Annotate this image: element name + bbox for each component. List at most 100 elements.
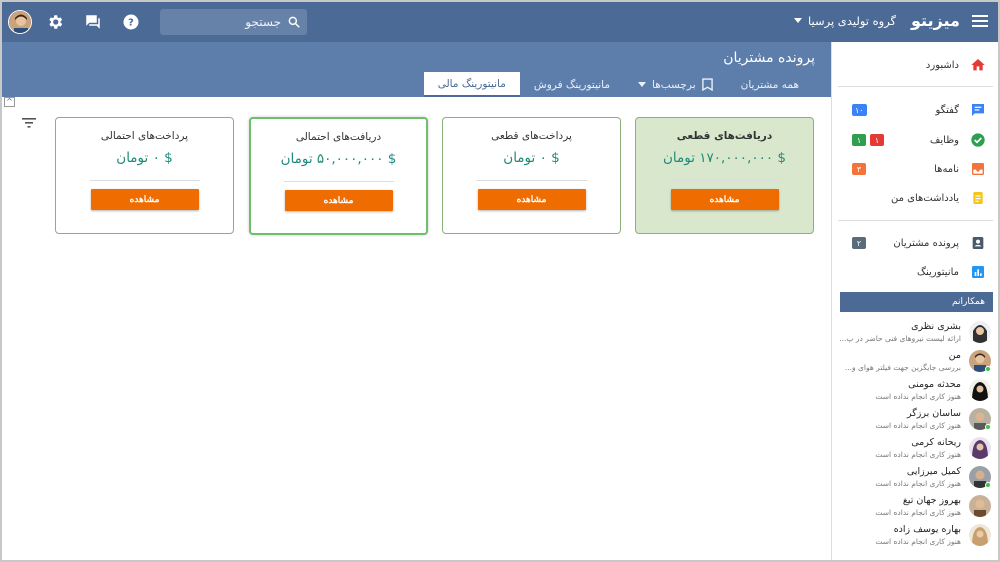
sidebar-item-label: گفتگو <box>935 104 959 116</box>
right-sidebar: داشبورد گفتگو ۱۰ وظایف ۱ ۱ <box>831 42 998 560</box>
card-amount: $ ۰ تومان <box>116 150 173 166</box>
sidebar-item-tasks[interactable]: وظایف ۱ ۱ <box>832 128 998 152</box>
sidebar-item-label: داشبورد <box>925 59 959 71</box>
tab-sales-monitoring[interactable]: مانیتورینگ فروش <box>520 72 624 97</box>
colleague-name: ساسان برزگر <box>907 408 961 419</box>
chat-icon <box>969 101 987 119</box>
search-icon <box>288 16 300 28</box>
colleague-name: محدثه مومنی <box>908 379 961 390</box>
page-title: پرونده مشتریان <box>723 50 815 66</box>
colleague-status: هنوز کاری انجام نداده است <box>875 450 961 459</box>
colleague-item[interactable]: کمیل میرزایی هنوز کاری انجام نداده است <box>832 464 998 493</box>
sidebar-item-letters[interactable]: نامه‌ها ۳ <box>832 157 998 181</box>
brand-logo[interactable]: میزیتو <box>911 11 960 30</box>
colleague-name: من <box>948 350 961 361</box>
colleague-status: بررسی جایگزین جهت فیلتر هوای و... <box>844 363 961 372</box>
settings-gear-icon[interactable] <box>44 11 66 33</box>
card-divider <box>283 181 394 182</box>
colleague-name: بهاره یوسف زاده <box>893 524 961 535</box>
sidebar-item-label: وظایف <box>930 134 959 146</box>
card-amount: $ ۱۷۰,۰۰۰,۰۰۰ تومان <box>662 150 786 166</box>
app-window: ? گروه تولیدی پرسیا میزیتو پرونده مشتریا… <box>2 2 998 560</box>
user-avatar[interactable] <box>8 10 32 34</box>
colleague-status: هنوز کاری انجام نداده است <box>875 537 961 546</box>
avatar <box>969 379 991 401</box>
tab-tags[interactable]: برچسب‌ها <box>624 72 727 97</box>
card-divider <box>669 180 780 181</box>
count-badge: ۱۰ <box>852 104 867 116</box>
sidebar-item-chat[interactable]: گفتگو ۱۰ <box>832 98 998 122</box>
colleague-status: هنوز کاری انجام نداده است <box>875 508 961 517</box>
sidebar-item-label: نامه‌ها <box>934 163 959 175</box>
sidebar-item-customer-files[interactable]: پرونده مشتریان ۲ <box>832 231 998 255</box>
card-title: پرداخت‌های احتمالی <box>100 130 189 142</box>
search-box[interactable] <box>160 9 307 35</box>
avatar <box>969 524 991 546</box>
page-header: پرونده مشتریان همه مشتریان برچسب‌ها مانی… <box>2 42 831 97</box>
sidebar-item-dashboard[interactable]: داشبورد <box>832 53 998 77</box>
sidebar-item-label: مانیتورینگ <box>917 266 959 278</box>
colleague-item[interactable]: بشری نظری ارائه لیست نیروهای فنی حاضر در… <box>832 319 998 348</box>
filter-icon[interactable] <box>22 117 36 132</box>
view-button[interactable]: مشاهده <box>477 189 586 210</box>
badge-group: ۱۰ <box>852 104 867 116</box>
card-divider <box>476 180 587 181</box>
sidebar-item-label: یادداشت‌های من <box>890 192 959 204</box>
help-icon[interactable]: ? <box>120 11 142 33</box>
badge-group: ۱ ۱ <box>852 134 884 146</box>
search-input[interactable] <box>181 15 281 29</box>
card-definite-payments: پرداخت‌های قطعی $ ۰ تومان مشاهده <box>442 117 621 234</box>
colleague-item[interactable]: محدثه مومنی هنوز کاری انجام نداده است <box>832 377 998 406</box>
card-divider <box>89 180 200 181</box>
colleague-item[interactable]: من بررسی جایگزین جهت فیلتر هوای و... <box>832 348 998 377</box>
view-button[interactable]: مشاهده <box>284 190 393 211</box>
main-content: ^ پرداخت‌های احتمالی $ ۰ تومان مشاهده در… <box>2 97 831 560</box>
sidebar-item-monitoring[interactable]: مانیتورینگ <box>832 260 998 284</box>
colleagues-header: همکارانم <box>840 292 993 312</box>
colleague-item[interactable]: بهاره یوسف زاده هنوز کاری انجام نداده اس… <box>832 522 998 551</box>
bookmark-icon <box>701 78 713 91</box>
avatar <box>969 495 991 517</box>
colleague-item[interactable]: ساسان برزگر هنوز کاری انجام نداده است <box>832 406 998 435</box>
home-icon <box>969 56 987 74</box>
count-badge: ۱ <box>870 134 884 146</box>
colleague-status: هنوز کاری انجام نداده است <box>875 479 961 488</box>
view-button[interactable]: مشاهده <box>670 189 779 210</box>
card-title: دریافت‌های احتمالی <box>295 131 382 143</box>
menu-hamburger-icon[interactable] <box>972 14 988 31</box>
sidebar-divider <box>838 86 993 87</box>
organization-selector[interactable]: گروه تولیدی پرسیا <box>794 14 896 28</box>
avatar <box>969 321 991 343</box>
organization-name: گروه تولیدی پرسیا <box>808 14 897 28</box>
badge-group: ۳ <box>852 163 866 175</box>
online-status-dot <box>985 424 991 430</box>
tab-bar: همه مشتریان برچسب‌ها مانیتورینگ فروش مان… <box>423 72 813 97</box>
tab-label: مانیتورینگ مالی <box>437 77 506 90</box>
card-probable-payments: پرداخت‌های احتمالی $ ۰ تومان مشاهده <box>55 117 234 234</box>
caret-down-icon <box>794 18 802 23</box>
card-amount: $ ۵۰,۰۰۰,۰۰۰ تومان <box>280 151 397 167</box>
tab-financial-monitoring[interactable]: مانیتورینگ مالی <box>423 72 520 97</box>
colleague-name: کمیل میرزایی <box>906 466 961 477</box>
note-icon <box>969 189 987 207</box>
bar-chart-icon <box>969 263 987 281</box>
tab-all-customers[interactable]: همه مشتریان <box>727 72 813 97</box>
card-amount: $ ۰ تومان <box>503 150 560 166</box>
count-badge: ۱ <box>852 134 866 146</box>
colleague-item[interactable]: بهروز جهان تیغ هنوز کاری انجام نداده است <box>832 493 998 522</box>
view-button[interactable]: مشاهده <box>90 189 199 210</box>
sidebar-divider <box>838 220 993 221</box>
colleague-name: ریحانه کرمی <box>911 437 961 448</box>
colleague-status: هنوز کاری انجام نداده است <box>875 392 961 401</box>
sidebar-item-my-notes[interactable]: یادداشت‌های من <box>832 186 998 210</box>
tab-label: همه مشتریان <box>740 78 799 91</box>
collapse-toggle-icon[interactable]: ^ <box>4 97 15 107</box>
colleague-name: بشری نظری <box>911 321 961 332</box>
colleague-item[interactable]: ریحانه کرمی هنوز کاری انجام نداده است <box>832 435 998 464</box>
top-bar: ? گروه تولیدی پرسیا میزیتو <box>2 2 998 42</box>
tab-label: مانیتورینگ فروش <box>533 78 610 91</box>
contacts-icon <box>969 234 987 252</box>
colleague-status: هنوز کاری انجام نداده است <box>875 421 961 430</box>
online-status-dot <box>985 366 991 372</box>
messages-icon[interactable] <box>82 11 104 33</box>
